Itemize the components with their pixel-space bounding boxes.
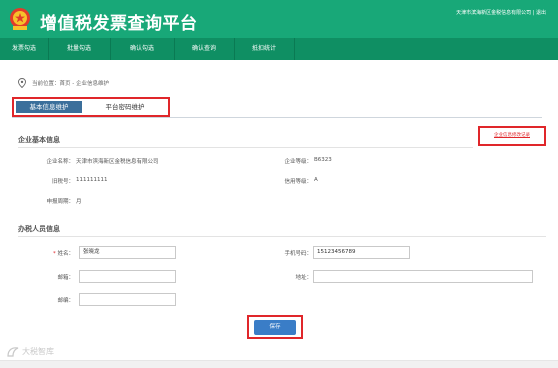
address-input[interactable]	[313, 270, 533, 283]
main-nav: 发票勾选 批量勾选 确认勾选 确认查询 抵扣统计	[0, 38, 558, 60]
nav-item-confirm-select[interactable]: 确认勾选	[110, 38, 174, 60]
tabs-divider	[12, 117, 542, 118]
save-button[interactable]: 保存	[254, 320, 296, 335]
company-name-value: 天津市滨海新区金税信息有限公司	[76, 159, 159, 165]
user-info[interactable]: 天津市滨海新区金税信息有限公司 | 退出	[456, 9, 546, 16]
required-mark: *	[52, 251, 56, 257]
location-pin-icon	[18, 78, 26, 89]
old-tax-label: 旧税号：	[51, 179, 74, 185]
period-label: 申报周期：	[46, 199, 74, 205]
section-divider	[18, 236, 546, 237]
postcode-input[interactable]	[79, 293, 176, 306]
phone-input[interactable]: 15123456789	[313, 246, 410, 259]
bottom-bar	[0, 360, 558, 368]
company-name-label: 企业名称：	[46, 159, 74, 165]
modification-record-link[interactable]: 企业信息修改记录	[480, 128, 544, 144]
emblem-logo-icon	[8, 7, 32, 31]
credit-level-label: 信用等级：	[284, 179, 312, 185]
nav-item-deduction-stats[interactable]: 抵扣统计	[234, 38, 294, 60]
nav-item-confirm-query[interactable]: 确认查询	[174, 38, 234, 60]
period-value: 月	[76, 199, 82, 205]
company-rating-label: 企业等级：	[284, 159, 312, 165]
officer-name-label: * 姓名：	[18, 249, 74, 257]
nav-item-invoice-select[interactable]: 发票勾选	[0, 38, 48, 60]
nav-item-batch-select[interactable]: 批量勾选	[48, 38, 110, 60]
section-title-tax-officer: 办税人员信息	[18, 225, 60, 233]
watermark-text: 大税智库	[22, 347, 54, 356]
nav-divider	[294, 38, 295, 60]
phone-label: 手机号码：	[284, 251, 312, 257]
postcode-label: 邮编：	[57, 298, 74, 304]
section-divider	[18, 147, 473, 148]
record-link-box: 企业信息修改记录	[478, 126, 546, 146]
old-tax-value: 111111111	[76, 177, 108, 183]
credit-level-value: A	[314, 177, 318, 183]
breadcrumb-text: 当前位置：首页 - 企业信息维护	[32, 81, 109, 87]
officer-name-input[interactable]: 张晓龙	[79, 246, 176, 259]
address-label: 地址：	[295, 275, 312, 281]
watermark-logo-icon	[6, 346, 20, 358]
app-title: 增值税发票查询平台	[40, 14, 198, 34]
email-label: 邮箱：	[57, 275, 74, 281]
section-title-company: 企业基本信息	[18, 136, 60, 144]
company-rating-value: B6323	[314, 157, 332, 163]
officer-name-label-text: 姓名：	[57, 251, 74, 257]
tab-platform-password[interactable]: 平台密码维护	[86, 101, 164, 113]
email-input[interactable]	[79, 270, 176, 283]
app-header: 增值税发票查询平台 天津市滨海新区金税信息有限公司 | 退出	[0, 0, 558, 38]
tab-basic-info[interactable]: 基本信息维护	[16, 101, 82, 113]
